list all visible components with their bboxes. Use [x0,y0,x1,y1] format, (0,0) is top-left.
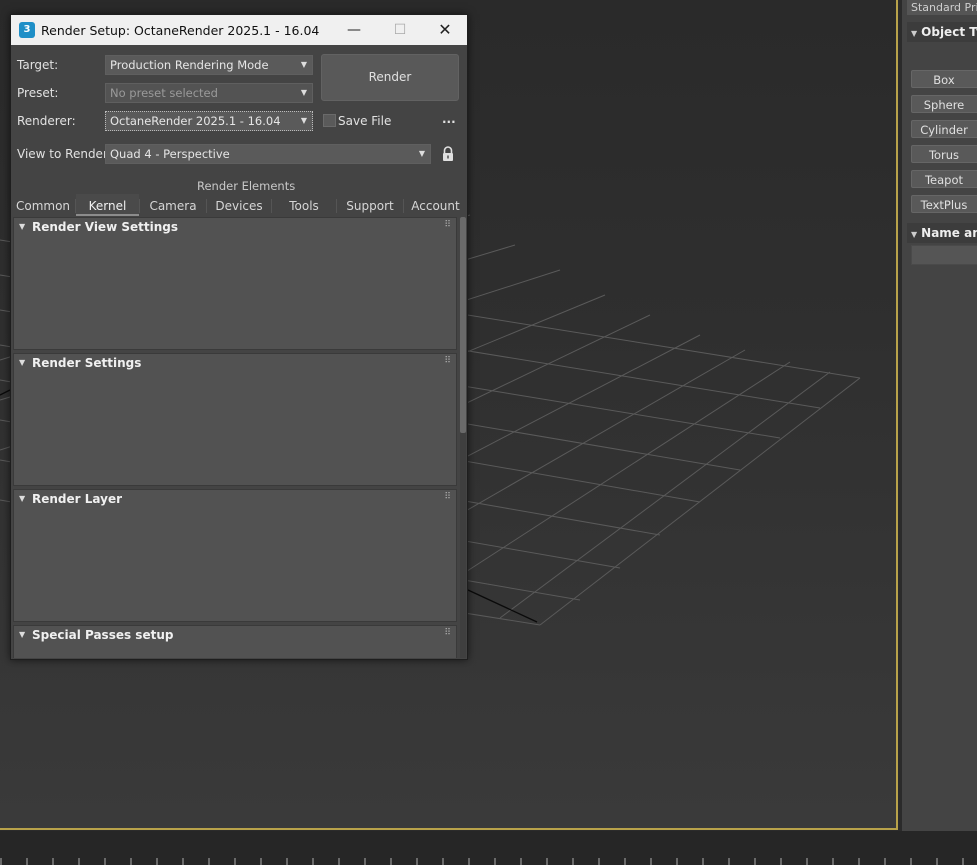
command-panel: Standard Primitives ▼Object Type Box Sph… [902,0,977,831]
minimize-button[interactable]: — [331,15,377,45]
rollout-title[interactable]: Render View Settings [32,220,178,234]
view-to-render-dropdown[interactable]: Quad 4 - Perspective ▼ [105,144,431,164]
more-options-button[interactable]: ... [442,112,456,126]
kernel-rollouts: ▼ Render View Settings ⠿ ▼ Render Settin… [13,217,457,658]
name-color-rollout-header[interactable]: ▼Name and Color [907,223,977,243]
target-dropdown[interactable]: Production Rendering Mode ▼ [105,55,313,75]
renderer-value: OctaneRender 2025.1 - 16.04 [110,114,281,128]
tab-support[interactable]: Support [337,194,403,216]
tab-common[interactable]: Common [11,194,75,216]
dropdown-arrow-icon: ▼ [300,116,307,125]
target-label: Target: [17,58,59,72]
render-setup-tabs: Common Kernel Camera Devices Tools Suppo… [11,194,467,216]
drag-grip-icon[interactable]: ⠿ [444,628,451,638]
renderer-label: Renderer: [17,114,76,128]
collapse-triangle-icon[interactable]: ▼ [19,358,25,367]
rollout-special-passes-setup: ▼ Special Passes setup ⠿ [13,625,457,658]
object-name-input[interactable] [911,245,977,265]
lock-view-icon[interactable] [441,146,455,162]
preset-value: No preset selected [110,86,218,100]
maximize-button[interactable]: ☐ [377,15,423,45]
rollout-title[interactable]: Render Settings [32,356,141,370]
tab-camera[interactable]: Camera [140,194,206,216]
dialog-titlebar[interactable]: 3 Render Setup: OctaneRender 2025.1 - 16… [11,15,467,45]
render-elements-label[interactable]: Render Elements [197,179,295,193]
dropdown-arrow-icon: ▼ [418,149,425,158]
name-color-title: Name and Color [921,226,977,240]
renderer-dropdown[interactable]: OctaneRender 2025.1 - 16.04 ▼ [105,111,313,131]
collapse-triangle-icon: ▼ [911,29,918,38]
target-value: Production Rendering Mode [110,58,269,72]
rollout-render-layer: ▼ Render Layer ⠿ [13,489,457,622]
rollout-render-settings: ▼ Render Settings ⠿ [13,353,457,486]
3dsmax-app-icon: 3 [19,22,35,38]
rollout-title[interactable]: Special Passes setup [32,628,173,642]
view-to-render-value: Quad 4 - Perspective [110,147,230,161]
view-to-render-label: View to Render: [17,147,112,161]
cylinder-button[interactable]: Cylinder [911,120,977,138]
tab-tools[interactable]: Tools [272,194,336,216]
save-file-checkbox[interactable] [323,114,336,127]
tab-kernel[interactable]: Kernel [76,194,139,216]
box-button[interactable]: Box [911,70,977,88]
dropdown-arrow-icon: ▼ [300,60,307,69]
drag-grip-icon[interactable]: ⠿ [444,492,451,502]
close-button[interactable]: ✕ [422,15,468,45]
collapse-triangle-icon[interactable]: ▼ [19,222,25,231]
drag-grip-icon[interactable]: ⠿ [444,220,451,230]
object-type-title: Object Type [921,25,977,39]
object-type-rollout-header[interactable]: ▼Object Type [907,22,977,42]
collapse-triangle-icon: ▼ [911,230,918,239]
teapot-button[interactable]: Teapot [911,170,977,188]
collapse-triangle-icon[interactable]: ▼ [19,494,25,503]
render-button[interactable]: Render [321,54,459,101]
drag-grip-icon[interactable]: ⠿ [444,356,451,366]
save-file-label[interactable]: Save File [338,114,391,128]
sphere-button[interactable]: Sphere [911,95,977,113]
dialog-title: Render Setup: OctaneRender 2025.1 - 16.0… [41,23,320,38]
collapse-triangle-icon[interactable]: ▼ [19,630,25,639]
primitive-category-dropdown[interactable]: Standard Primitives [907,0,977,15]
render-setup-dialog: 3 Render Setup: OctaneRender 2025.1 - 16… [10,14,468,660]
textplus-button[interactable]: TextPlus [911,195,977,213]
tab-devices[interactable]: Devices [207,194,271,216]
dropdown-arrow-icon: ▼ [300,88,307,97]
rollout-render-view-settings: ▼ Render View Settings ⠿ [13,217,457,350]
torus-button[interactable]: Torus [911,145,977,163]
timeline-ruler[interactable] [0,831,977,865]
preset-dropdown[interactable]: No preset selected ▼ [105,83,313,103]
rollout-title[interactable]: Render Layer [32,492,122,506]
tab-account[interactable]: Account [404,194,467,216]
preset-label: Preset: [17,86,59,100]
rollouts-scrollbar[interactable] [460,217,466,658]
scrollbar-thumb[interactable] [460,217,466,433]
